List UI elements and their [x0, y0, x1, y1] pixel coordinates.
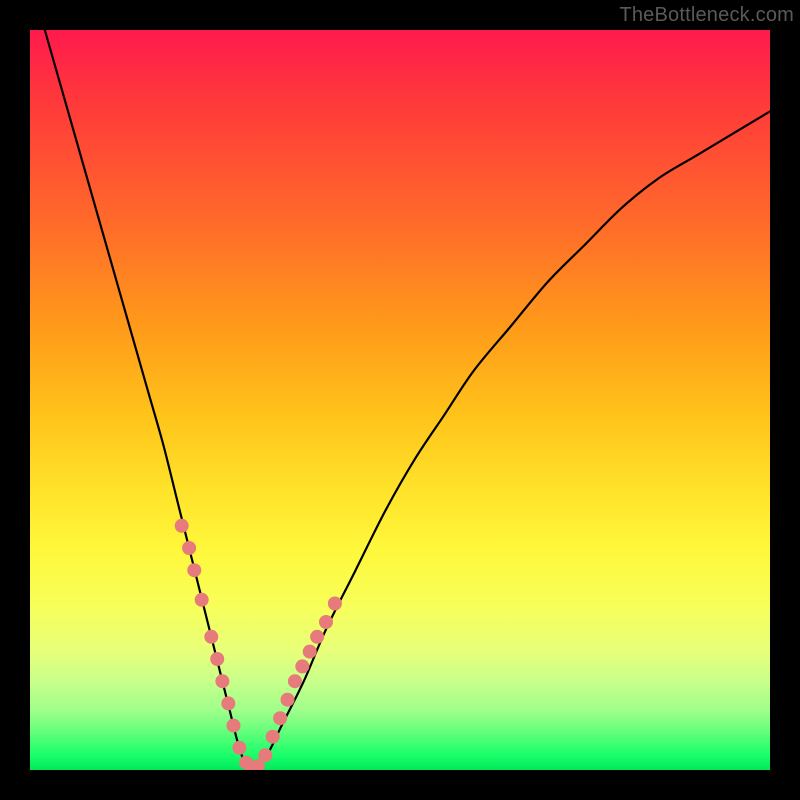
- plot-area: [30, 30, 770, 770]
- data-point: [215, 674, 229, 688]
- data-point: [187, 563, 201, 577]
- data-point: [295, 659, 309, 673]
- data-point: [175, 519, 189, 533]
- data-point: [182, 541, 196, 555]
- data-point: [232, 741, 246, 755]
- data-point: [266, 730, 280, 744]
- data-point: [227, 719, 241, 733]
- data-point: [281, 693, 295, 707]
- data-point: [204, 630, 218, 644]
- data-point: [273, 711, 287, 725]
- chart-frame: TheBottleneck.com: [0, 0, 800, 800]
- data-point: [288, 674, 302, 688]
- data-point: [258, 748, 272, 762]
- data-point: [319, 615, 333, 629]
- data-point: [221, 696, 235, 710]
- data-points: [175, 519, 342, 770]
- data-point: [303, 645, 317, 659]
- data-point: [210, 652, 224, 666]
- bottleneck-curve: [45, 30, 770, 770]
- data-point: [195, 593, 209, 607]
- data-point: [310, 630, 324, 644]
- watermark-text: TheBottleneck.com: [619, 4, 794, 27]
- plot-svg: [30, 30, 770, 770]
- data-point: [328, 597, 342, 611]
